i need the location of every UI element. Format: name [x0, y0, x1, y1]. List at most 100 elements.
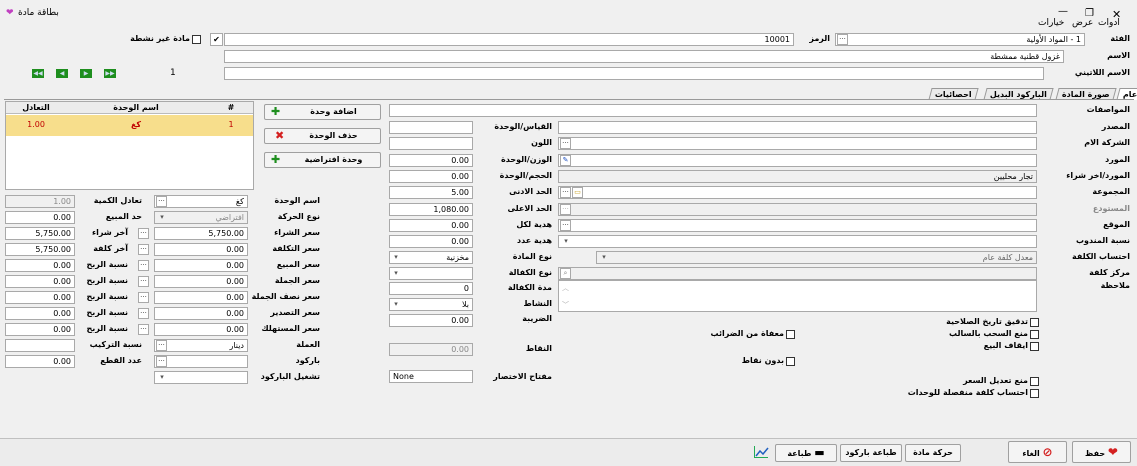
profit-browse-button-4[interactable]: ···	[138, 308, 149, 319]
shortcut-field[interactable]: None	[389, 370, 473, 383]
category-field[interactable]: 1 - المواد الأولية	[835, 33, 1085, 46]
location-field[interactable]	[558, 219, 1037, 232]
folder-icon[interactable]: ▭	[572, 187, 583, 198]
nav-first-button[interactable]: ◀◀	[32, 69, 44, 78]
cancel-button[interactable]: الغاء ⊘	[1008, 441, 1067, 463]
warranty-type-select[interactable]	[389, 267, 473, 280]
units-table[interactable]: التعادل اسم الوحدة # 1.00 كغ 1	[5, 101, 254, 190]
tax-exempt-checkbox[interactable]	[786, 330, 795, 339]
item-type-dropdown-icon[interactable]: ▾	[391, 252, 401, 263]
rep-field[interactable]	[558, 235, 1037, 248]
menu-options[interactable]: خيارات	[1038, 18, 1064, 28]
max-field[interactable]: 1,080.00	[389, 203, 473, 216]
size-field[interactable]	[389, 121, 473, 134]
menu-tools[interactable]: ادوات	[1098, 18, 1120, 28]
barcode-field[interactable]	[154, 355, 248, 368]
chart-icon[interactable]	[754, 446, 769, 458]
costcenter-search-icon[interactable]: ⌕	[560, 268, 571, 279]
no-negative-checkbox[interactable]	[1030, 330, 1039, 339]
costing-dropdown-icon[interactable]: ▾	[599, 252, 609, 263]
nav-last-button[interactable]: ▶▶	[104, 69, 116, 78]
profit-browse-button-5[interactable]: ···	[138, 324, 149, 335]
barcode-op-select[interactable]	[154, 371, 248, 384]
sale-limit-field[interactable]: 0.00	[5, 211, 75, 224]
activity-select[interactable]: بلا	[389, 298, 473, 311]
currency-browse-button[interactable]: ···	[156, 340, 167, 351]
min-field[interactable]: 5.00	[389, 186, 473, 199]
supplier-edit-icon[interactable]: ✎	[560, 155, 571, 166]
unit-name-field[interactable]: كغ	[154, 195, 248, 208]
export-price-field[interactable]: 0.00	[154, 307, 248, 320]
move-type-select[interactable]: افتراضي	[154, 211, 248, 224]
latin-name-field[interactable]	[224, 67, 1044, 80]
halfwholesale-field[interactable]: 0.00	[154, 291, 248, 304]
profit-field-5[interactable]: 0.00	[5, 323, 75, 336]
last-cost-browse-button[interactable]: ···	[138, 244, 149, 255]
no-points-checkbox[interactable]	[786, 357, 795, 366]
nav-next-button[interactable]: ▶	[80, 69, 92, 78]
last-cost-field[interactable]: 5,750.00	[5, 243, 75, 256]
consumer-price-field[interactable]: 0.00	[154, 323, 248, 336]
location-browse-button[interactable]: ···	[560, 220, 571, 231]
supplier-field[interactable]	[558, 154, 1037, 167]
last-purchase-field[interactable]: 5,750.00	[5, 227, 75, 240]
activity-dropdown-icon[interactable]: ▾	[391, 299, 401, 310]
move-type-dropdown-icon[interactable]: ▾	[157, 212, 167, 223]
minimize-icon[interactable]: —	[1058, 6, 1068, 17]
costing-field[interactable]: معدل كلفة عام	[596, 251, 1037, 264]
unit-name-browse-button[interactable]: ···	[156, 196, 167, 207]
menu-view[interactable]: عرض	[1072, 18, 1093, 28]
assembly-field[interactable]	[5, 339, 75, 352]
lock-price-checkbox[interactable]	[1030, 377, 1039, 386]
wholesale-field[interactable]: 0.00	[154, 275, 248, 288]
stop-sale-checkbox[interactable]	[1030, 342, 1039, 351]
profit-field-3[interactable]: 0.00	[5, 291, 75, 304]
source-field[interactable]	[558, 121, 1037, 134]
tax-field[interactable]: 0.00	[389, 314, 473, 327]
notes-scroll-up-icon[interactable]: ︿	[562, 283, 569, 293]
purchase-price-field[interactable]: 5,750.00	[154, 227, 248, 240]
profit-field-1[interactable]: 0.00	[5, 259, 75, 272]
volume-field[interactable]: 0.00	[389, 170, 473, 183]
print-button[interactable]: طباعة ▬	[775, 444, 837, 462]
add-unit-button[interactable]: ✚ اضافة وحدة	[264, 104, 381, 120]
warranty-period-field[interactable]: 0	[389, 282, 473, 295]
inactive-dropdown[interactable]: ✔	[210, 33, 223, 46]
expiry-check-checkbox[interactable]	[1030, 318, 1039, 327]
currency-field[interactable]: دينار	[154, 339, 248, 352]
costcenter-field[interactable]	[558, 267, 1037, 280]
notes-field[interactable]	[558, 280, 1037, 312]
profit-browse-button-2[interactable]: ···	[138, 276, 149, 287]
item-type-select[interactable]: مخزنية	[389, 251, 473, 264]
code-field[interactable]: 10001	[224, 33, 794, 46]
name-field[interactable]: غزول قطنية ممشطة	[224, 50, 1064, 63]
sale-price-field[interactable]: 0.00	[154, 259, 248, 272]
manufacturer-field[interactable]	[558, 137, 1037, 150]
pieces-field[interactable]: 0.00	[5, 355, 75, 368]
color-field[interactable]	[389, 137, 473, 150]
group-field[interactable]	[558, 186, 1037, 199]
notes-scroll-down-icon[interactable]: ﹀	[562, 300, 569, 310]
weight-field[interactable]: 0.00	[389, 154, 473, 167]
delete-unit-button[interactable]: ✖ حذف الوحدة	[264, 128, 381, 144]
barcode-browse-button[interactable]: ···	[156, 356, 167, 367]
profit-browse-button-3[interactable]: ···	[138, 292, 149, 303]
profit-browse-button-1[interactable]: ···	[138, 260, 149, 271]
rep-dropdown-icon[interactable]: ▾	[561, 236, 571, 247]
cost-price-field[interactable]: 0.00	[154, 243, 248, 256]
profit-field-4[interactable]: 0.00	[5, 307, 75, 320]
print-barcode-button[interactable]: طباعة باركود	[840, 444, 902, 462]
profit-field-2[interactable]: 0.00	[5, 275, 75, 288]
group-browse-button[interactable]: ···	[560, 187, 571, 198]
item-movement-button[interactable]: حركة مادة	[905, 444, 961, 462]
manufacturer-browse-button[interactable]: ···	[560, 138, 571, 149]
barcode-op-dropdown-icon[interactable]: ▾	[157, 372, 167, 383]
gift-each-field[interactable]: 0.00	[389, 219, 473, 232]
specs-field[interactable]	[389, 104, 1037, 117]
warranty-dropdown-icon[interactable]: ▾	[391, 268, 401, 279]
eq-qty-field[interactable]: 1.00	[5, 195, 75, 208]
last-purchase-browse-button[interactable]: ···	[138, 228, 149, 239]
gift-qty-field[interactable]: 0.00	[389, 235, 473, 248]
save-button[interactable]: حفظ ❤	[1072, 441, 1131, 463]
default-unit-button[interactable]: ✚ وحدة افتراضية	[264, 152, 381, 168]
